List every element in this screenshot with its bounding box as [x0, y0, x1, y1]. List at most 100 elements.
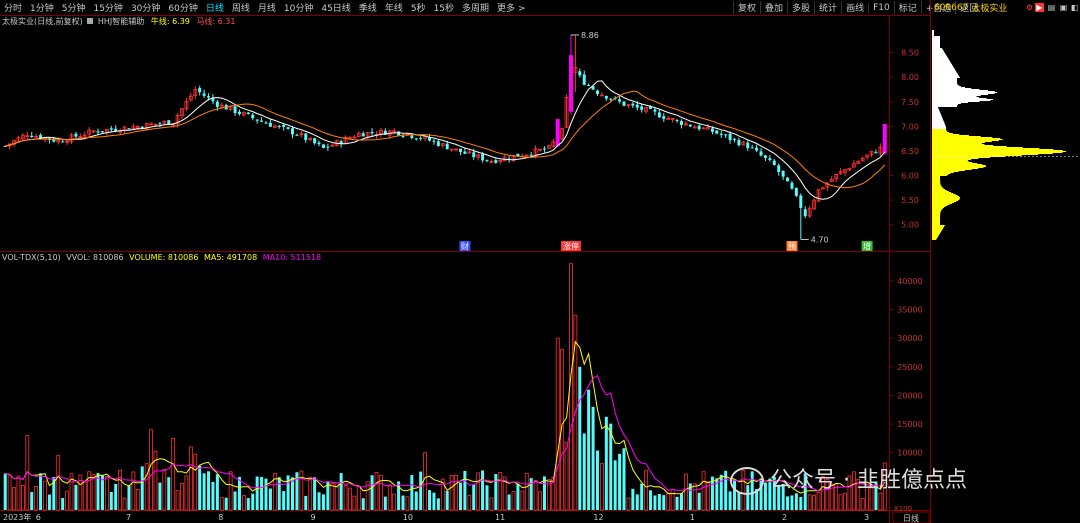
chip-bar — [932, 139, 1003, 140]
volume-bar — [228, 471, 233, 511]
date-label: 9 — [311, 513, 316, 522]
chip-bar — [932, 144, 985, 145]
price-tick-label: 6.00 — [901, 172, 919, 181]
volume-bar — [538, 491, 542, 511]
chip-bar — [932, 239, 937, 240]
chip-bar — [932, 70, 956, 71]
dot-icon — [87, 18, 94, 24]
chip-bar — [932, 55, 947, 56]
chip-bar — [932, 168, 979, 169]
candle-body — [790, 182, 794, 189]
chip-bar — [932, 162, 973, 163]
candle-body — [295, 134, 299, 136]
chip-bar — [932, 59, 949, 60]
chip-bar — [932, 76, 960, 77]
chip-bar — [932, 114, 941, 115]
volume-bar — [321, 494, 325, 510]
chip-bar — [932, 53, 946, 54]
chip-bar — [932, 207, 945, 208]
chip-bar — [932, 63, 952, 64]
candle-body — [555, 119, 560, 147]
chip-bar — [932, 237, 938, 238]
chip-bar — [932, 118, 943, 119]
chip-bar — [932, 77, 960, 78]
chip-bar — [932, 103, 961, 104]
volume-bar — [241, 495, 246, 511]
volume-bar — [670, 489, 675, 511]
chip-bar — [932, 79, 958, 80]
volume-bar — [542, 476, 546, 510]
date-label: 3 — [864, 513, 869, 522]
chip-bar — [932, 42, 940, 43]
chip-bar — [932, 172, 954, 173]
volume-bar — [600, 463, 604, 511]
volume-bar — [401, 495, 405, 510]
chip-bar — [932, 105, 958, 106]
date-label: 8 — [218, 513, 223, 522]
volume-bar — [104, 476, 109, 511]
candle-body — [304, 133, 308, 141]
chip-bar — [932, 116, 942, 117]
chip-bar — [932, 166, 987, 167]
volume-bar — [370, 475, 374, 510]
volume-bar — [140, 466, 144, 510]
date-label: 2023年 — [3, 512, 31, 522]
chip-bar — [932, 217, 941, 218]
chip-bar — [932, 213, 941, 214]
candle-body — [799, 195, 803, 208]
chip-bar — [932, 97, 979, 98]
chip-bar — [932, 57, 948, 58]
candle-body — [635, 104, 639, 108]
volume-bar — [679, 493, 683, 510]
volume-bar — [697, 492, 701, 510]
candle-body — [30, 135, 34, 138]
candle-body — [61, 141, 65, 143]
chip-bar — [932, 196, 959, 197]
chip-bar — [932, 161, 969, 162]
volume-bar — [171, 438, 176, 511]
chip-bar — [932, 222, 941, 223]
price-tick-label: 6.50 — [901, 147, 919, 156]
candle-body — [618, 99, 622, 102]
volume-bar — [304, 495, 308, 510]
volume-bar — [595, 450, 599, 510]
chip-bar — [932, 67, 954, 68]
event-tag-label: 增 — [863, 241, 871, 251]
chip-bar — [932, 231, 942, 232]
ma-slow-line — [5, 90, 886, 189]
chip-bar — [932, 92, 998, 93]
volume-bar — [317, 492, 321, 510]
chip-bar — [932, 69, 955, 70]
candle-body — [370, 131, 374, 134]
volume-bar — [423, 452, 428, 511]
candle-body — [724, 134, 728, 136]
chip-bar — [932, 138, 1001, 139]
volume-bar — [211, 481, 215, 510]
volume-bar — [476, 472, 481, 511]
chip-bar — [932, 205, 948, 206]
chip-bar — [932, 180, 941, 181]
chip-bar — [932, 199, 960, 200]
chip-bar — [932, 189, 946, 190]
chip-bar — [932, 83, 958, 84]
volume-bar — [3, 473, 7, 510]
volume-bar — [405, 496, 410, 511]
candle-body — [710, 128, 714, 132]
date-label: 12 — [593, 513, 603, 522]
helper-label: HHJ智能辅助 — [97, 17, 145, 26]
volume-bar — [622, 448, 626, 510]
volume-indicator-line: VOL-TDX(5,10) VVOL: 810086 VOLUME: 81008… — [2, 253, 321, 262]
volume-bar — [361, 498, 365, 510]
volume-bar — [268, 488, 272, 510]
volume-bar — [144, 463, 149, 511]
chip-bar — [932, 179, 941, 180]
volume-bar — [387, 484, 392, 511]
chip-bar — [932, 171, 959, 172]
chart-title: 太极实业(日线,前复权) — [2, 17, 83, 26]
chip-bar — [932, 50, 944, 51]
chip-bar — [932, 202, 955, 203]
volume-bar — [649, 490, 653, 510]
volume-bar — [511, 491, 516, 511]
chip-bar — [932, 148, 1040, 149]
candle-body — [803, 209, 807, 217]
